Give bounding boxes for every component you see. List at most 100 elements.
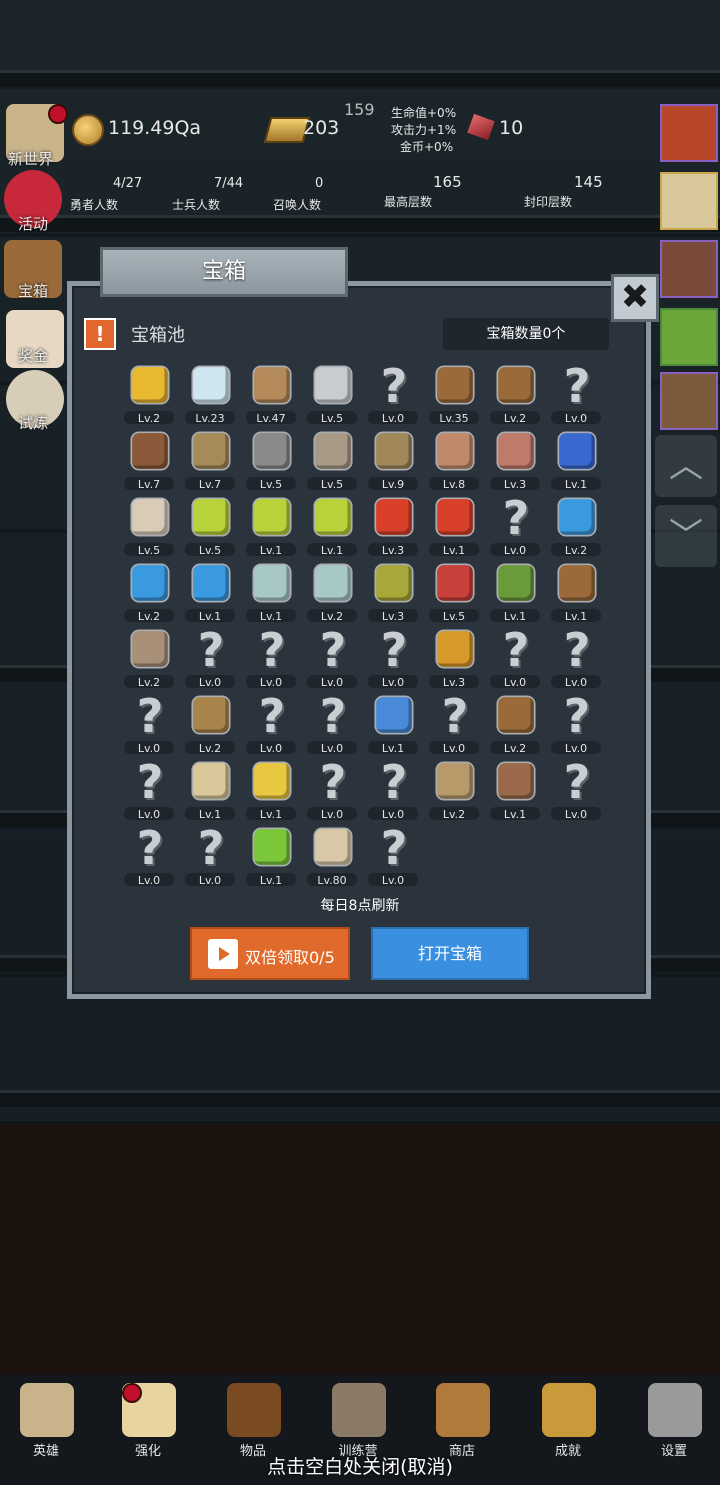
item-slot[interactable]: ? Lv.0 <box>180 820 240 887</box>
unknown-icon: ? <box>197 623 225 677</box>
item-slot[interactable]: Lv.8 <box>424 424 484 491</box>
item-slot[interactable]: Lv.5 <box>180 490 240 557</box>
item-slot[interactable]: ? Lv.0 <box>546 622 606 689</box>
item-slot[interactable]: ? Lv.0 <box>119 754 179 821</box>
item-slot[interactable]: ? Lv.0 <box>363 622 423 689</box>
apple-buff-icon[interactable] <box>660 104 718 162</box>
side-label-activity[interactable]: 活动 <box>18 213 48 234</box>
double-claim-button[interactable]: 双倍领取0/5 <box>190 927 350 980</box>
nav-mug[interactable]: 商店 <box>422 1383 502 1459</box>
nav-candle[interactable]: 强化 <box>108 1383 188 1459</box>
sealed-floor: 145 <box>574 173 603 191</box>
item-slot[interactable]: Lv.2 <box>119 358 179 425</box>
scroll-down-button[interactable]: ﹀ <box>655 505 717 567</box>
shoe-icon <box>132 631 168 667</box>
item-slot[interactable]: ? Lv.0 <box>180 622 240 689</box>
item-slot[interactable]: Lv.3 <box>363 556 423 623</box>
item-slot[interactable]: ? Lv.0 <box>119 820 179 887</box>
item-slot[interactable]: Lv.2 <box>302 556 362 623</box>
item-slot[interactable]: Lv.7 <box>119 424 179 491</box>
side-label-new-world[interactable]: 新世界 <box>8 148 53 169</box>
nav-key[interactable]: 成就 <box>528 1383 608 1459</box>
item-slot[interactable]: ? Lv.0 <box>546 688 606 755</box>
item-slot[interactable]: ? Lv.0 <box>241 622 301 689</box>
item-slot[interactable]: Lv.1 <box>546 556 606 623</box>
item-slot[interactable]: Lv.5 <box>302 424 362 491</box>
hammer-icon <box>315 433 351 469</box>
item-slot[interactable]: Lv.1 <box>241 490 301 557</box>
item-slot[interactable]: Lv.23 <box>180 358 240 425</box>
notification-dot <box>122 1383 142 1403</box>
warning-icon[interactable]: ! <box>84 318 116 350</box>
item-slot[interactable]: Lv.1 <box>180 754 240 821</box>
item-slot[interactable]: Lv.1 <box>241 754 301 821</box>
side-label-trial[interactable]: 试炼 <box>18 412 48 433</box>
item-slot[interactable]: ? Lv.0 <box>302 688 362 755</box>
item-slot[interactable]: ? Lv.0 <box>119 688 179 755</box>
close-button[interactable]: ✖ <box>611 274 659 322</box>
item-slot[interactable]: ? Lv.0 <box>241 688 301 755</box>
item-slot[interactable]: Lv.2 <box>119 622 179 689</box>
item-slot[interactable]: ? Lv.0 <box>363 358 423 425</box>
scroll-buff-icon[interactable] <box>660 240 718 298</box>
item-level: Lv.1 <box>259 874 283 887</box>
item-slot[interactable]: Lv.1 <box>485 754 545 821</box>
item-slot[interactable]: ? Lv.0 <box>424 688 484 755</box>
nav-book[interactable]: 物品 <box>213 1383 293 1459</box>
side-label-chest[interactable]: 宝箱 <box>18 280 48 301</box>
item-slot[interactable]: Lv.47 <box>241 358 301 425</box>
item-slot[interactable]: Lv.2 <box>485 688 545 755</box>
gem-amount: 10 <box>499 117 524 139</box>
item-slot[interactable]: Lv.2 <box>119 556 179 623</box>
ham-icon <box>437 433 473 469</box>
red-potion-icon <box>376 499 412 535</box>
book-icon <box>227 1383 281 1437</box>
item-slot[interactable]: ? Lv.0 <box>302 622 362 689</box>
item-slot[interactable]: ? Lv.0 <box>363 820 423 887</box>
item-slot[interactable]: ? Lv.0 <box>363 754 423 821</box>
item-slot[interactable]: Lv.5 <box>241 424 301 491</box>
bag-buff-icon[interactable] <box>660 372 718 430</box>
item-slot[interactable]: Lv.1 <box>241 556 301 623</box>
item-slot[interactable]: Lv.2 <box>424 754 484 821</box>
item-slot[interactable]: Lv.35 <box>424 358 484 425</box>
item-slot[interactable]: Lv.3 <box>424 622 484 689</box>
item-slot[interactable]: Lv.5 <box>302 358 362 425</box>
item-slot[interactable]: ? Lv.0 <box>485 490 545 557</box>
item-slot[interactable]: Lv.3 <box>363 490 423 557</box>
item-slot[interactable]: Lv.80 <box>302 820 362 887</box>
nav-gear[interactable]: 设置 <box>634 1383 714 1459</box>
item-slot[interactable]: Lv.1 <box>363 688 423 755</box>
item-slot[interactable]: ? Lv.0 <box>485 622 545 689</box>
item-slot[interactable]: Lv.2 <box>180 688 240 755</box>
item-slot[interactable]: Lv.5 <box>424 556 484 623</box>
item-slot[interactable]: Lv.2 <box>485 358 545 425</box>
item-slot[interactable]: Lv.1 <box>424 490 484 557</box>
torch-icon <box>437 631 473 667</box>
leather-helmet-icon <box>132 433 168 469</box>
item-level: Lv.0 <box>381 874 405 887</box>
item-slot[interactable]: ? Lv.0 <box>302 754 362 821</box>
slime-buff-icon[interactable] <box>660 308 718 366</box>
candle-buff-icon[interactable] <box>660 172 718 230</box>
crown-icon <box>132 367 168 403</box>
item-slot[interactable]: Lv.7 <box>180 424 240 491</box>
close-hint[interactable]: 点击空白处关闭(取消) <box>0 1452 720 1479</box>
scroll-up-button[interactable]: ︿ <box>655 435 717 497</box>
side-label-bonus[interactable]: 奖金 <box>18 345 48 366</box>
unknown-icon: ? <box>380 359 408 413</box>
item-slot[interactable]: Lv.2 <box>546 490 606 557</box>
item-slot[interactable]: Lv.1 <box>485 556 545 623</box>
item-slot[interactable]: Lv.1 <box>180 556 240 623</box>
item-slot[interactable]: Lv.3 <box>485 424 545 491</box>
item-slot[interactable]: Lv.5 <box>119 490 179 557</box>
nav-skull[interactable]: 英雄 <box>6 1383 86 1459</box>
item-slot[interactable]: Lv.1 <box>241 820 301 887</box>
item-slot[interactable]: ? Lv.0 <box>546 754 606 821</box>
item-slot[interactable]: Lv.9 <box>363 424 423 491</box>
open-chest-button[interactable]: 打开宝箱 <box>371 927 529 980</box>
item-slot[interactable]: Lv.1 <box>302 490 362 557</box>
item-slot[interactable]: Lv.1 <box>546 424 606 491</box>
item-slot[interactable]: ? Lv.0 <box>546 358 606 425</box>
nav-lantern[interactable]: 训练营 <box>318 1383 398 1459</box>
